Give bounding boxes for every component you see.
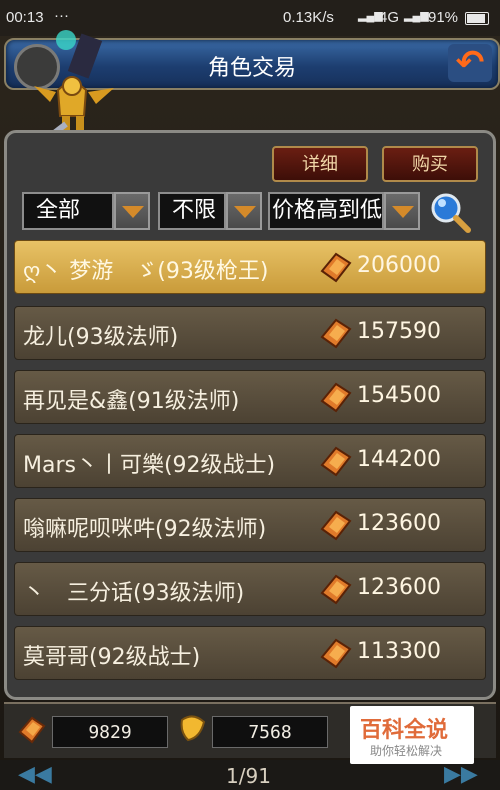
detail-button[interactable]: 详细: [272, 146, 368, 182]
listing-row[interactable]: 龙儿(93级法师) 157590: [14, 306, 486, 360]
gold-ingot-icon: [320, 446, 352, 477]
listing-name: 嗡嘛呢呗咪吽(92级法师): [23, 517, 267, 542]
signal-icon: ▂▄▆: [404, 10, 429, 22]
chevron-down-icon[interactable]: [226, 192, 262, 230]
battery-icon: [465, 12, 489, 25]
listing-price: 206000: [357, 253, 441, 278]
category-filter[interactable]: 全部: [22, 192, 114, 230]
listing-price: 113300: [357, 639, 441, 664]
notification-dots: ···: [54, 7, 69, 24]
search-icon[interactable]: [428, 190, 472, 234]
gold-ingot-icon: [18, 716, 46, 744]
sort-filter[interactable]: 价格高到低: [268, 192, 384, 230]
pagination: ◀◀ 1/91 ▶▶: [0, 760, 500, 790]
chevron-down-icon[interactable]: [114, 192, 150, 230]
watermark-title: 百科全说: [360, 718, 449, 743]
gold-ingot-icon: [320, 382, 352, 413]
page-number: 1/91: [226, 764, 271, 788]
listing-name: ღ丶 梦游 ゞ(93级枪王): [23, 259, 269, 284]
listing-row[interactable]: 嗡嘛呢呗咪吽(92级法师) 123600: [14, 498, 486, 552]
listing-price: 157590: [357, 319, 441, 344]
listing-name: 再见是&鑫(91级法师): [23, 389, 240, 414]
listing-row[interactable]: Mars丶丨可樂(92级战士) 144200: [14, 434, 486, 488]
listing-row[interactable]: 再见是&鑫(91级法师) 154500: [14, 370, 486, 424]
gold-ingot-icon: [320, 252, 352, 283]
listing-price: 123600: [357, 575, 441, 600]
listing-row[interactable]: 莫哥哥(92级战士) 113300: [14, 626, 486, 680]
gold-amount: 9829: [52, 716, 168, 748]
leaf-currency-icon: [180, 715, 206, 742]
gold-ingot-icon: [320, 510, 352, 541]
buy-button[interactable]: 购买: [382, 146, 478, 182]
listing-name: 丶 三分话(93级法师): [23, 581, 245, 606]
listing-row[interactable]: 丶 三分话(93级法师) 123600: [14, 562, 486, 616]
listing-price: 154500: [357, 383, 441, 408]
listing-name: Mars丶丨可樂(92级战士): [23, 453, 276, 478]
network-type: 4G: [379, 9, 400, 26]
network-speed: 0.13K/s: [283, 9, 334, 26]
next-page-button[interactable]: ▶▶: [444, 762, 478, 787]
listing-row[interactable]: ღ丶 梦游 ゞ(93级枪王) 206000: [14, 240, 486, 294]
listing-name: 龙儿(93级法师): [23, 325, 179, 350]
gold-ingot-icon: [320, 638, 352, 669]
chevron-down-icon[interactable]: [384, 192, 420, 230]
battery-percent: 91%: [428, 9, 459, 26]
level-filter[interactable]: 不限: [158, 192, 226, 230]
prev-page-button[interactable]: ◀◀: [18, 762, 52, 787]
back-button[interactable]: ↶: [448, 44, 492, 82]
listing-price: 144200: [357, 447, 441, 472]
status-time: 00:13: [6, 9, 44, 26]
listing-price: 123600: [357, 511, 441, 536]
leaf-amount: 7568: [212, 716, 328, 748]
watermark-subtitle: 助你轻松解决: [370, 744, 443, 758]
gold-ingot-icon: [320, 318, 352, 349]
listing-name: 莫哥哥(92级战士): [23, 645, 201, 670]
gold-ingot-icon: [320, 574, 352, 605]
watermark-logo: 百科全说 助你轻松解决: [350, 706, 474, 764]
